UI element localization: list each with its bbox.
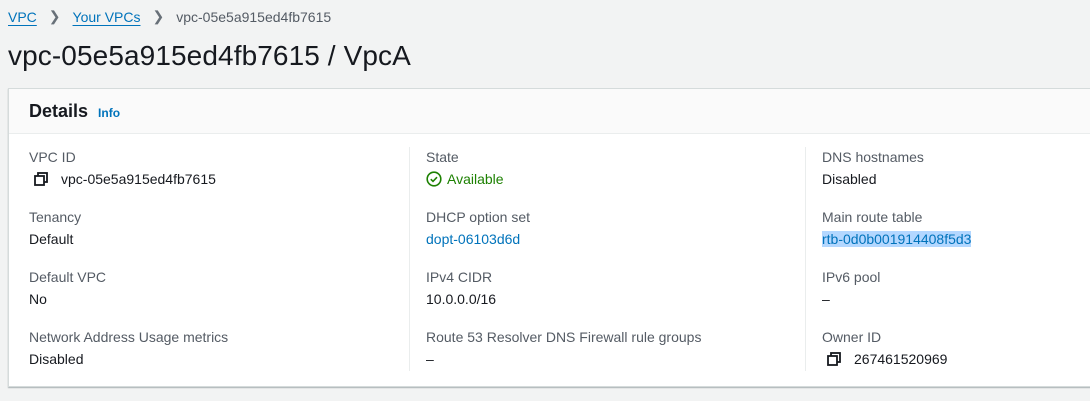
field-label: Tenancy: [29, 209, 82, 225]
details-column-1: VPC ID vpc-05e5a915ed4fb7615 Tenancy Def…: [29, 149, 228, 389]
breadcrumb-your-vpcs[interactable]: Your VPCs: [73, 9, 141, 25]
main-route-table-link[interactable]: rtb-0d0b001914408f5d3: [822, 231, 972, 247]
copy-icon[interactable]: [33, 171, 49, 187]
field-label: Route 53 Resolver DNS Firewall rule grou…: [426, 329, 702, 345]
field-label: DNS hostnames: [822, 149, 924, 165]
field-dns-hostnames: DNS hostnames Disabled: [822, 149, 971, 209]
field-tenancy: Tenancy Default: [29, 209, 228, 269]
ipv4-cidr-value: 10.0.0.0/16: [426, 291, 497, 307]
field-label: VPC ID: [29, 149, 76, 165]
panel-header: Details Info: [9, 89, 1090, 134]
field-label: IPv6 pool: [822, 269, 881, 285]
breadcrumb: VPC ❯ Your VPCs ❯ vpc-05e5a915ed4fb7615: [8, 8, 331, 25]
field-network-address-usage: Network Address Usage metrics Disabled: [29, 329, 228, 389]
field-label: IPv4 CIDR: [426, 269, 493, 285]
field-state: State Available: [426, 149, 701, 209]
field-main-route-table: Main route table rtb-0d0b001914408f5d3: [822, 209, 972, 269]
copy-icon[interactable]: [826, 351, 842, 367]
details-panel: Details Info VPC ID vpc-05e5a915ed4fb761…: [8, 88, 1090, 387]
chevron-right-icon: ❯: [48, 8, 61, 24]
state-value: Available: [447, 171, 504, 187]
field-label: Main route table: [822, 209, 923, 225]
field-label: DHCP option set: [426, 209, 531, 225]
field-label: Default VPC: [29, 269, 107, 285]
ipv6-pool-value: –: [822, 291, 830, 307]
owner-id-value: 267461520969: [854, 351, 948, 367]
dhcp-option-set-link[interactable]: dopt-06103d6d: [426, 231, 520, 247]
info-link[interactable]: Info: [98, 106, 120, 120]
breadcrumb-current: vpc-05e5a915ed4fb7615: [176, 8, 332, 25]
chevron-right-icon: ❯: [152, 8, 165, 24]
check-circle-icon: [426, 171, 442, 187]
field-owner-id: Owner ID 267461520969: [822, 329, 971, 389]
dns-hostnames-value: Disabled: [822, 171, 877, 187]
details-column-3: DNS hostnames Disabled Main route table …: [822, 149, 972, 389]
field-default-vpc: Default VPC No: [29, 269, 228, 329]
field-dhcp: DHCP option set dopt-06103d6d: [426, 209, 701, 269]
nau-metrics-value: Disabled: [29, 351, 84, 367]
page-title: vpc-05e5a915ed4fb7615 / VpcA: [8, 40, 411, 71]
field-vpc-id: VPC ID vpc-05e5a915ed4fb7615: [29, 149, 228, 209]
tenancy-value: Default: [29, 231, 74, 247]
breadcrumb-vpc[interactable]: VPC: [8, 9, 37, 25]
field-label: Owner ID: [822, 329, 882, 345]
dns-firewall-value: –: [426, 351, 434, 367]
field-dns-firewall: Route 53 Resolver DNS Firewall rule grou…: [426, 329, 701, 389]
field-label: Network Address Usage metrics: [29, 329, 229, 345]
field-ipv6-pool: IPv6 pool –: [822, 269, 971, 329]
details-column-2: State Available DHCP option set dopt-061…: [426, 149, 701, 389]
column-divider: [409, 147, 410, 371]
default-vpc-value: No: [29, 291, 47, 307]
panel-title: Details: [29, 100, 89, 121]
field-label: State: [426, 149, 459, 165]
vpc-id-value: vpc-05e5a915ed4fb7615: [61, 171, 216, 187]
field-ipv4-cidr: IPv4 CIDR 10.0.0.0/16: [426, 269, 701, 329]
column-divider: [805, 147, 806, 371]
